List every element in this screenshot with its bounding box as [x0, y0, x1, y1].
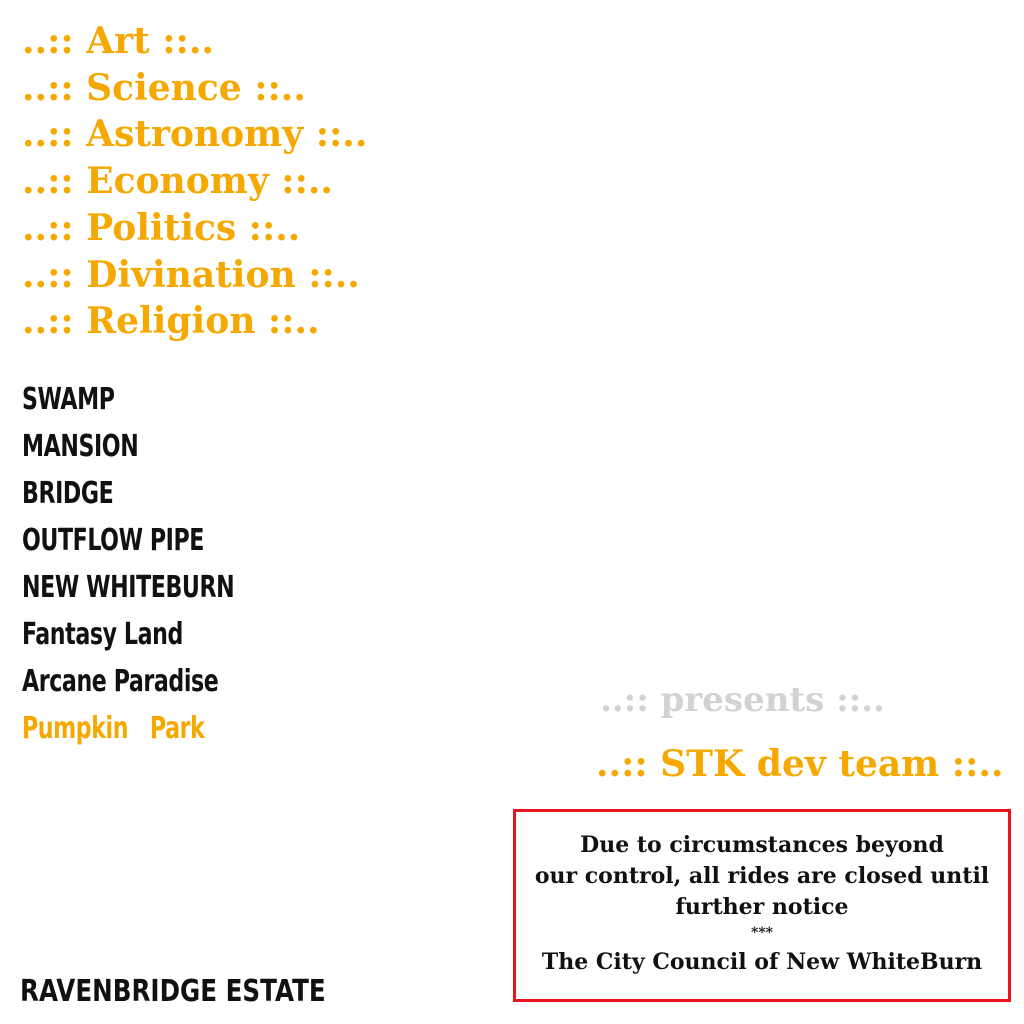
- dev-team-label: ..:: STK dev team ::..: [596, 743, 1004, 785]
- notice-signature: The City Council of New WhiteBurn: [541, 949, 983, 975]
- estate-title: RAVENBRIDGE ESTATE: [20, 974, 326, 1009]
- notice-separator: ***: [751, 925, 773, 941]
- notice-line-3: further notice: [675, 894, 849, 920]
- level-item-mansion[interactable]: MANSION: [22, 423, 234, 470]
- menu-item-religion[interactable]: ..:: Religion ::..: [22, 298, 367, 345]
- menu-item-politics[interactable]: ..:: Politics ::..: [22, 205, 367, 252]
- level-item-arcane-paradise[interactable]: Arcane Paradise: [22, 658, 234, 705]
- menu-item-divination[interactable]: ..:: Divination ::..: [22, 252, 367, 299]
- notice-line-2: our control, all rides are closed until: [534, 863, 990, 889]
- presents-label: ..:: presents ::..: [600, 680, 885, 720]
- menu-item-art[interactable]: ..:: Art ::..: [22, 18, 367, 65]
- level-item-new-whiteburn[interactable]: NEW WHITEBURN: [22, 564, 235, 611]
- closure-notice: Due to circumstances beyond our control,…: [513, 809, 1011, 1002]
- notice-line-1: Due to circumstances beyond: [580, 832, 944, 858]
- level-item-bridge[interactable]: BRIDGE: [22, 470, 234, 517]
- menu-item-science[interactable]: ..:: Science ::..: [22, 65, 367, 112]
- level-item-fantasy-land[interactable]: Fantasy Land: [22, 611, 234, 658]
- level-item-outflow-pipe[interactable]: OUTFLOW PIPE: [22, 517, 234, 564]
- menu-item-economy[interactable]: ..:: Economy ::..: [22, 158, 367, 205]
- topic-menu: ..:: Art ::.. ..:: Science ::.. ..:: Ast…: [22, 18, 367, 345]
- menu-item-astronomy[interactable]: ..:: Astronomy ::..: [22, 111, 367, 158]
- level-list: SWAMP MANSION BRIDGE OUTFLOW PIPE NEW WH…: [22, 376, 281, 752]
- level-item-pumpkin-park[interactable]: Pumpkin Park: [22, 705, 234, 752]
- level-item-swamp[interactable]: SWAMP: [22, 376, 234, 423]
